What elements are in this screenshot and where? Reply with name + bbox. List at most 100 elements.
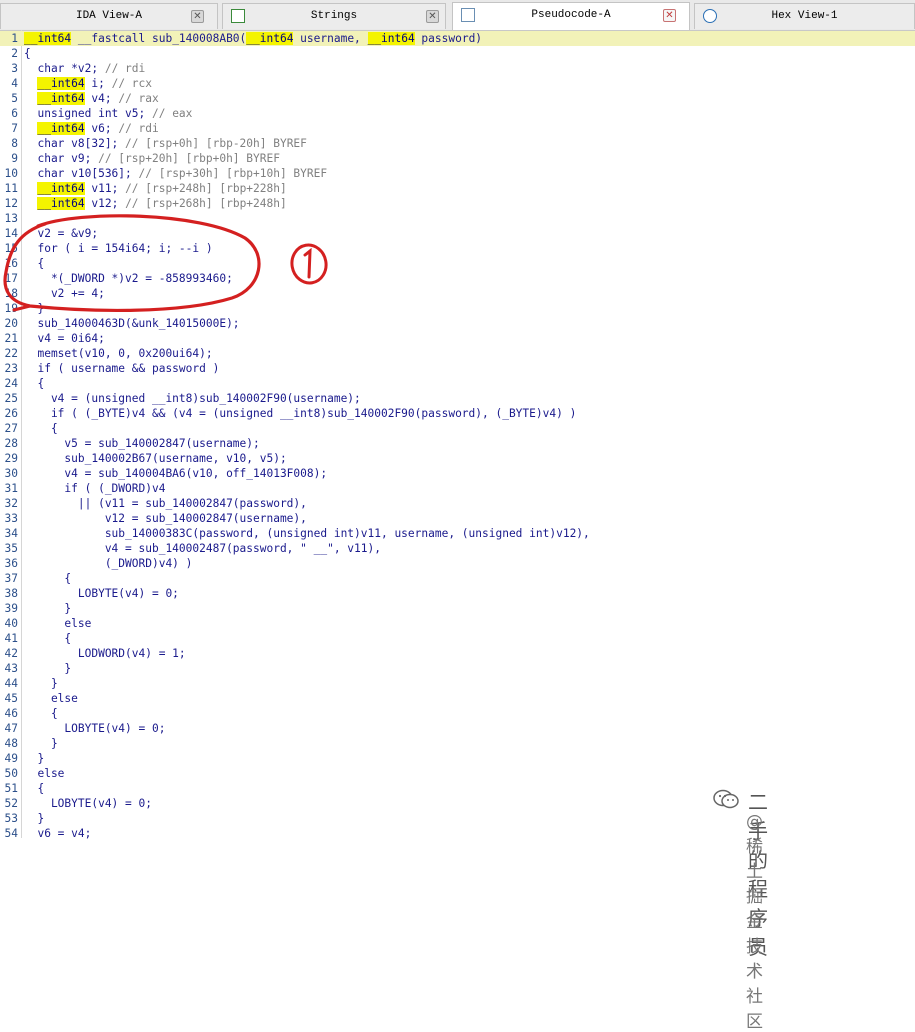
code-text: __int64 i; // rcx	[37, 77, 153, 90]
tab-pseudocode-a[interactable]: Pseudocode-A ✕	[452, 2, 690, 30]
code-line[interactable]: 45 else	[0, 691, 915, 706]
code-line[interactable]: 22 memset(v10, 0, 0x200ui64);	[0, 346, 915, 361]
line-number: 48	[4, 737, 18, 750]
pseudocode-view[interactable]: 1 __int64 __fastcall sub_140008AB0(__int6…	[0, 30, 915, 841]
line-number: 2	[11, 47, 18, 60]
code-line[interactable]: 20 sub_14000463D(&unk_14015000E);	[0, 316, 915, 331]
code-line[interactable]: 8 char v8[32]; // [rsp+0h] [rbp-20h] BYR…	[0, 136, 915, 151]
line-number: 41	[4, 632, 18, 645]
code-line[interactable]: 2{	[0, 46, 915, 61]
line-number: 37	[4, 572, 18, 585]
line-number: 4	[11, 77, 18, 90]
close-icon[interactable]: ✕	[663, 9, 676, 22]
code-text: }	[24, 677, 58, 690]
code-line[interactable]: 1 __int64 __fastcall sub_140008AB0(__int6…	[0, 31, 915, 46]
code-line[interactable]: 21 v4 = 0i64;	[0, 331, 915, 346]
annotation-circle	[3, 214, 261, 312]
line-number: 24	[4, 377, 18, 390]
line-number: 25	[4, 392, 18, 405]
code-text: LODWORD(v4) = 1;	[24, 647, 186, 660]
code-line[interactable]: 37 {	[0, 571, 915, 586]
code-text: LOBYTE(v4) = 0;	[24, 587, 179, 600]
code-line[interactable]: 33 v12 = sub_140002847(username),	[0, 511, 915, 526]
code-line[interactable]: 9 char v9; // [rsp+20h] [rbp+0h] BYREF	[0, 151, 915, 166]
code-line[interactable]: 11 __int64 v11; // [rsp+248h] [rbp+228h]	[0, 181, 915, 196]
tab-bar: IDA View-A ✕ Strings ✕ Pseudocode-A ✕ He…	[0, 0, 915, 31]
code-line[interactable]: 35 v4 = sub_140002487(password, " __", v…	[0, 541, 915, 556]
tab-strings[interactable]: Strings ✕	[222, 3, 446, 29]
code-line[interactable]: 23 if ( username && password )	[0, 361, 915, 376]
line-number: 52	[4, 797, 18, 810]
code-text: }	[24, 662, 72, 675]
code-line[interactable]: 47 LOBYTE(v4) = 0;	[0, 721, 915, 736]
line-number: 5	[11, 92, 18, 105]
code-line[interactable]: 30 v4 = sub_140004BA6(v10, off_14013F008…	[0, 466, 915, 481]
code-line[interactable]: 34 sub_14000383C(password, (unsigned int…	[0, 526, 915, 541]
line-number: 38	[4, 587, 18, 600]
line-number: 22	[4, 347, 18, 360]
code-text: LOBYTE(v4) = 0;	[24, 722, 166, 735]
code-line[interactable]: 46 {	[0, 706, 915, 721]
code-text: v5 = sub_140002847(username);	[24, 437, 260, 450]
code-line[interactable]: 38 LOBYTE(v4) = 0;	[0, 586, 915, 601]
code-line[interactable]: 10 char v10[536]; // [rsp+30h] [rbp+10h]…	[0, 166, 915, 181]
code-line[interactable]: 26 if ( (_BYTE)v4 && (v4 = (unsigned __i…	[0, 406, 915, 421]
code-text: }	[24, 737, 58, 750]
close-icon[interactable]: ✕	[426, 10, 439, 23]
code-line[interactable]: 24 {	[0, 376, 915, 391]
code-line[interactable]: 36 (_DWORD)v4) )	[0, 556, 915, 571]
code-text: {	[24, 377, 45, 390]
code-line[interactable]: 44 }	[0, 676, 915, 691]
line-number: 11	[4, 182, 18, 195]
code-text: __int64 __fastcall sub_140008AB0(__int64…	[24, 32, 483, 45]
tab-ida-view-a[interactable]: IDA View-A ✕	[0, 3, 218, 29]
close-icon[interactable]: ✕	[191, 10, 204, 23]
line-number: 53	[4, 812, 18, 825]
code-line[interactable]: 27 {	[0, 421, 915, 436]
code-line[interactable]: 31 if ( (_DWORD)v4	[0, 481, 915, 496]
line-number: 51	[4, 782, 18, 795]
code-line[interactable]: 54 v6 = v4;	[0, 826, 915, 841]
code-line[interactable]: 42 LODWORD(v4) = 1;	[0, 646, 915, 661]
code-line[interactable]: 43 }	[0, 661, 915, 676]
code-text: {	[24, 572, 72, 585]
code-text: {	[24, 707, 58, 720]
code-line[interactable]: 40 else	[0, 616, 915, 631]
code-text: if ( (_DWORD)v4	[24, 482, 166, 495]
tab-hex-view-1[interactable]: Hex View-1	[694, 3, 915, 29]
code-text: __int64 v11; // [rsp+248h] [rbp+228h]	[37, 182, 287, 195]
code-line[interactable]: 32 || (v11 = sub_140002847(password),	[0, 496, 915, 511]
code-text: {	[24, 632, 72, 645]
code-line[interactable]: 51 {	[0, 781, 915, 796]
line-number: 1	[11, 32, 18, 45]
code-text: sub_140002B67(username, v10, v5);	[24, 452, 287, 465]
code-line[interactable]: 50 else	[0, 766, 915, 781]
code-line[interactable]: 6 unsigned int v5; // eax	[0, 106, 915, 121]
code-text: v4 = sub_140004BA6(v10, off_14013F008);	[24, 467, 328, 480]
line-number: 20	[4, 317, 18, 330]
code-line[interactable]: 4 __int64 i; // rcx	[0, 76, 915, 91]
code-line[interactable]: 52 LOBYTE(v4) = 0;	[0, 796, 915, 811]
code-text: unsigned int v5; // eax	[24, 107, 193, 120]
code-line[interactable]: 29 sub_140002B67(username, v10, v5);	[0, 451, 915, 466]
line-number: 34	[4, 527, 18, 540]
code-line[interactable]: 12 __int64 v12; // [rsp+268h] [rbp+248h]	[0, 196, 915, 211]
code-text: __int64 v4; // rax	[37, 92, 159, 105]
code-line[interactable]: 7 __int64 v6; // rdi	[0, 121, 915, 136]
line-number: 50	[4, 767, 18, 780]
code-line[interactable]: 39 }	[0, 601, 915, 616]
code-line[interactable]: 53 }	[0, 811, 915, 826]
annotation-number-icon	[290, 243, 328, 285]
code-line[interactable]: 41 {	[0, 631, 915, 646]
line-number: 21	[4, 332, 18, 345]
code-line[interactable]: 49 }	[0, 751, 915, 766]
line-number: 26	[4, 407, 18, 420]
line-number: 39	[4, 602, 18, 615]
code-line[interactable]: 3 char *v2; // rdi	[0, 61, 915, 76]
code-line[interactable]: 25 v4 = (unsigned __int8)sub_140002F90(u…	[0, 391, 915, 406]
code-line[interactable]: 28 v5 = sub_140002847(username);	[0, 436, 915, 451]
code-line[interactable]: 48 }	[0, 736, 915, 751]
code-line[interactable]: 5 __int64 v4; // rax	[0, 91, 915, 106]
code-text: sub_14000383C(password, (unsigned int)v1…	[24, 527, 590, 540]
line-number: 6	[11, 107, 18, 120]
